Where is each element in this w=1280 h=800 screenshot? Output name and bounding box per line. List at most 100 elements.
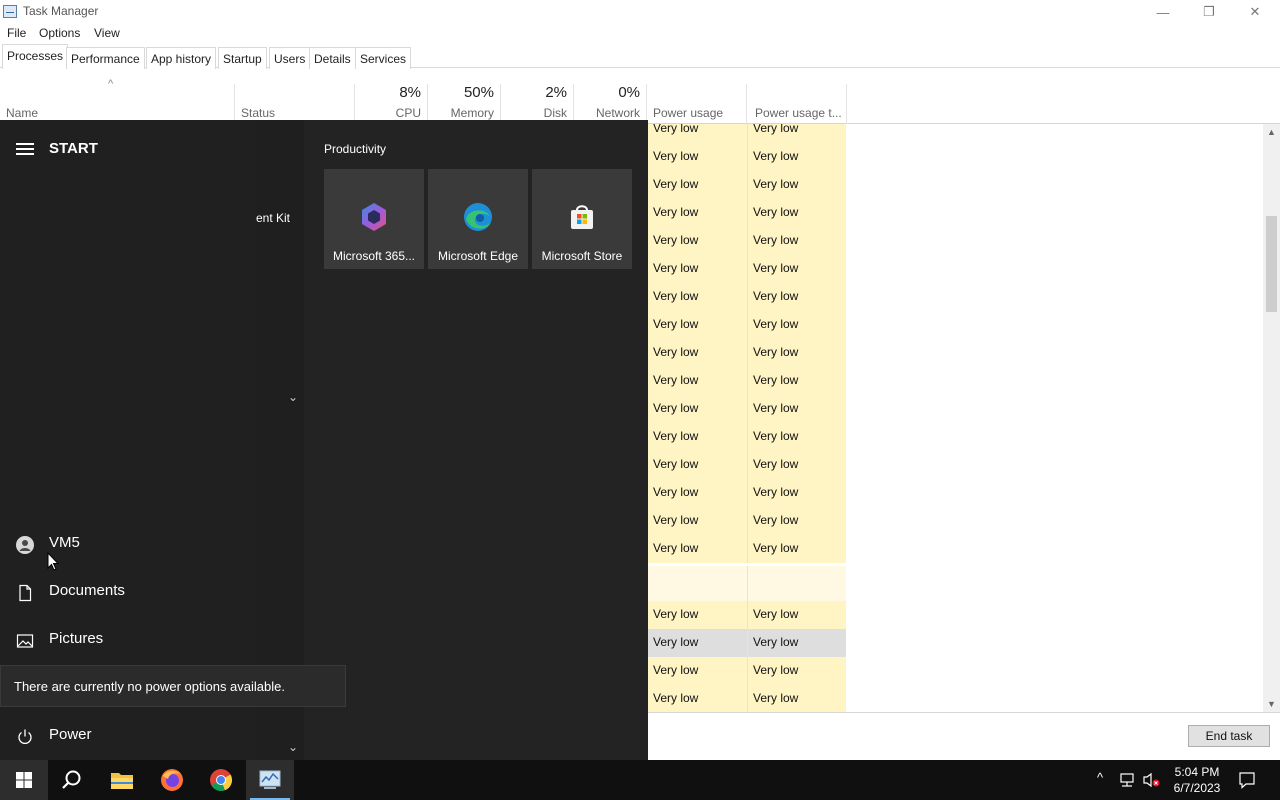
- table-row[interactable]: Very low Very low: [648, 479, 1265, 507]
- tab-details[interactable]: Details: [309, 47, 356, 69]
- column-power-usage-trend[interactable]: Power usage t...: [747, 84, 847, 124]
- table-row[interactable]: Very low Very low: [648, 227, 1265, 255]
- store-icon: [571, 205, 593, 229]
- table-row[interactable]: Very low Very low: [648, 601, 1265, 629]
- column-disk[interactable]: 2% Disk: [501, 84, 574, 124]
- search-icon: [62, 770, 81, 789]
- task-manager-taskbar-button[interactable]: [246, 760, 294, 800]
- menu-view[interactable]: View: [94, 26, 120, 40]
- column-name[interactable]: Name: [0, 84, 235, 124]
- table-row[interactable]: Very low Very low: [648, 255, 1265, 283]
- power-usage-trend-cell: Very low: [747, 227, 846, 255]
- documents-label: Documents: [49, 582, 125, 599]
- chrome-button[interactable]: [197, 760, 245, 800]
- table-row[interactable]: Very low Very low: [648, 629, 1265, 657]
- task-manager-icon: [3, 5, 17, 18]
- title-bar: Task Manager — ❐ ✕: [0, 0, 1280, 24]
- app-list-item-partial[interactable]: ent Kit: [256, 211, 290, 225]
- column-status[interactable]: Status: [235, 84, 355, 124]
- cpu-percent: 8%: [399, 84, 421, 101]
- firefox-button[interactable]: [148, 760, 196, 800]
- power-usage-cell: Very low: [648, 283, 747, 311]
- sidebar-item-documents[interactable]: Documents: [0, 572, 256, 612]
- power-usage-cell: Very low: [648, 227, 747, 255]
- power-usage-cell: Very low: [648, 395, 747, 423]
- table-row[interactable]: Very low Very low: [648, 451, 1265, 479]
- scroll-up-icon[interactable]: ▲: [1267, 127, 1276, 137]
- tab-startup[interactable]: Startup: [218, 47, 267, 69]
- search-button[interactable]: [48, 760, 96, 800]
- power-usage-trend-cell: Very low: [747, 171, 846, 199]
- table-row[interactable]: Very low Very low: [648, 423, 1265, 451]
- power-usage-cell: Very low: [648, 367, 747, 395]
- hamburger-menu-icon[interactable]: [16, 143, 34, 158]
- power-usage-trend-cell: Very low: [747, 143, 846, 171]
- footer-bar: End task: [648, 712, 1280, 760]
- tab-users[interactable]: Users: [269, 47, 311, 69]
- user-avatar-icon: [16, 536, 34, 554]
- column-network[interactable]: 0% Network: [574, 84, 647, 124]
- restore-button[interactable]: ❐: [1186, 0, 1232, 24]
- table-row[interactable]: Very low Very low: [648, 311, 1265, 339]
- power-usage-trend-cell: Very low: [747, 657, 846, 685]
- memory-percent: 50%: [463, 84, 494, 101]
- microsoft-365-icon: [362, 203, 386, 231]
- power-usage-trend-cell: Very low: [747, 601, 846, 629]
- column-cpu[interactable]: 8% CPU: [355, 84, 428, 124]
- power-usage-cell: Very low: [648, 507, 747, 535]
- process-list: Very low Very low Very low Very low Very low…: [648, 124, 1280, 712]
- table-row[interactable]: Very low Very low: [648, 339, 1265, 367]
- scroll-down-icon[interactable]: ▼: [1267, 699, 1276, 709]
- column-memory[interactable]: 50% Memory: [428, 84, 501, 124]
- start-button[interactable]: [0, 760, 48, 800]
- table-row[interactable]: Very low Very low: [648, 685, 1265, 712]
- table-row[interactable]: Very low Very low: [648, 367, 1265, 395]
- window-title: Task Manager: [23, 4, 99, 18]
- sidebar-item-user[interactable]: VM5: [0, 524, 256, 564]
- tile-microsoft-365[interactable]: Microsoft 365...: [324, 169, 424, 269]
- tab-services[interactable]: Services: [355, 47, 412, 69]
- tile-microsoft-edge[interactable]: Microsoft Edge: [428, 169, 528, 269]
- menu-options[interactable]: Options: [39, 26, 80, 40]
- end-task-button[interactable]: End task: [1188, 725, 1270, 747]
- scroll-thumb[interactable]: [1266, 216, 1277, 312]
- power-usage-cell: Very low: [648, 423, 747, 451]
- file-explorer-button[interactable]: [98, 760, 146, 800]
- power-tooltip: There are currently no power options ava…: [0, 665, 346, 707]
- power-usage-cell: Very low: [648, 657, 747, 685]
- table-row[interactable]: Very low Very low: [648, 124, 1265, 143]
- clock-time: 5:04 PM: [1174, 765, 1220, 779]
- tab-processes[interactable]: Processes: [2, 44, 69, 69]
- vertical-scrollbar[interactable]: ▲ ▼: [1263, 124, 1280, 712]
- notifications-icon[interactable]: [1238, 771, 1256, 789]
- tab-performance[interactable]: Performance: [66, 47, 145, 69]
- chevron-down-icon[interactable]: ⌄: [288, 390, 298, 404]
- minimize-button[interactable]: —: [1140, 0, 1186, 24]
- column-power-usage[interactable]: Power usage: [647, 84, 747, 124]
- volume-muted-icon[interactable]: [1142, 772, 1160, 788]
- power-usage-trend-cell: Very low: [747, 199, 846, 227]
- network-icon[interactable]: [1118, 772, 1136, 788]
- show-hidden-icons-icon[interactable]: ^: [1097, 770, 1103, 785]
- sidebar-item-power[interactable]: Power: [0, 716, 256, 756]
- tab-app-history[interactable]: App history: [146, 47, 217, 69]
- table-row[interactable]: Very low Very low: [648, 395, 1265, 423]
- table-row[interactable]: Very low Very low: [648, 283, 1265, 311]
- table-row[interactable]: Very low Very low: [648, 171, 1265, 199]
- menu-bar: File Options View: [0, 24, 1280, 44]
- table-row[interactable]: Very low Very low: [648, 199, 1265, 227]
- power-usage-cell: Very low: [648, 629, 747, 657]
- chevron-down-icon[interactable]: ⌄: [288, 740, 298, 754]
- menu-file[interactable]: File: [7, 26, 26, 40]
- table-row[interactable]: Very low Very low: [648, 535, 1265, 563]
- table-row[interactable]: Very low Very low: [648, 143, 1265, 171]
- pictures-label: Pictures: [49, 630, 104, 647]
- power-usage-cell: Very low: [648, 143, 747, 171]
- table-row[interactable]: [648, 566, 1265, 602]
- table-row[interactable]: Very low Very low: [648, 507, 1265, 535]
- taskbar-clock[interactable]: 5:04 PM 6/7/2023: [1166, 764, 1228, 796]
- tile-microsoft-store[interactable]: Microsoft Store: [532, 169, 632, 269]
- sidebar-item-pictures[interactable]: Pictures: [0, 620, 256, 660]
- close-button[interactable]: ✕: [1232, 0, 1278, 24]
- table-row[interactable]: Very low Very low: [648, 657, 1265, 685]
